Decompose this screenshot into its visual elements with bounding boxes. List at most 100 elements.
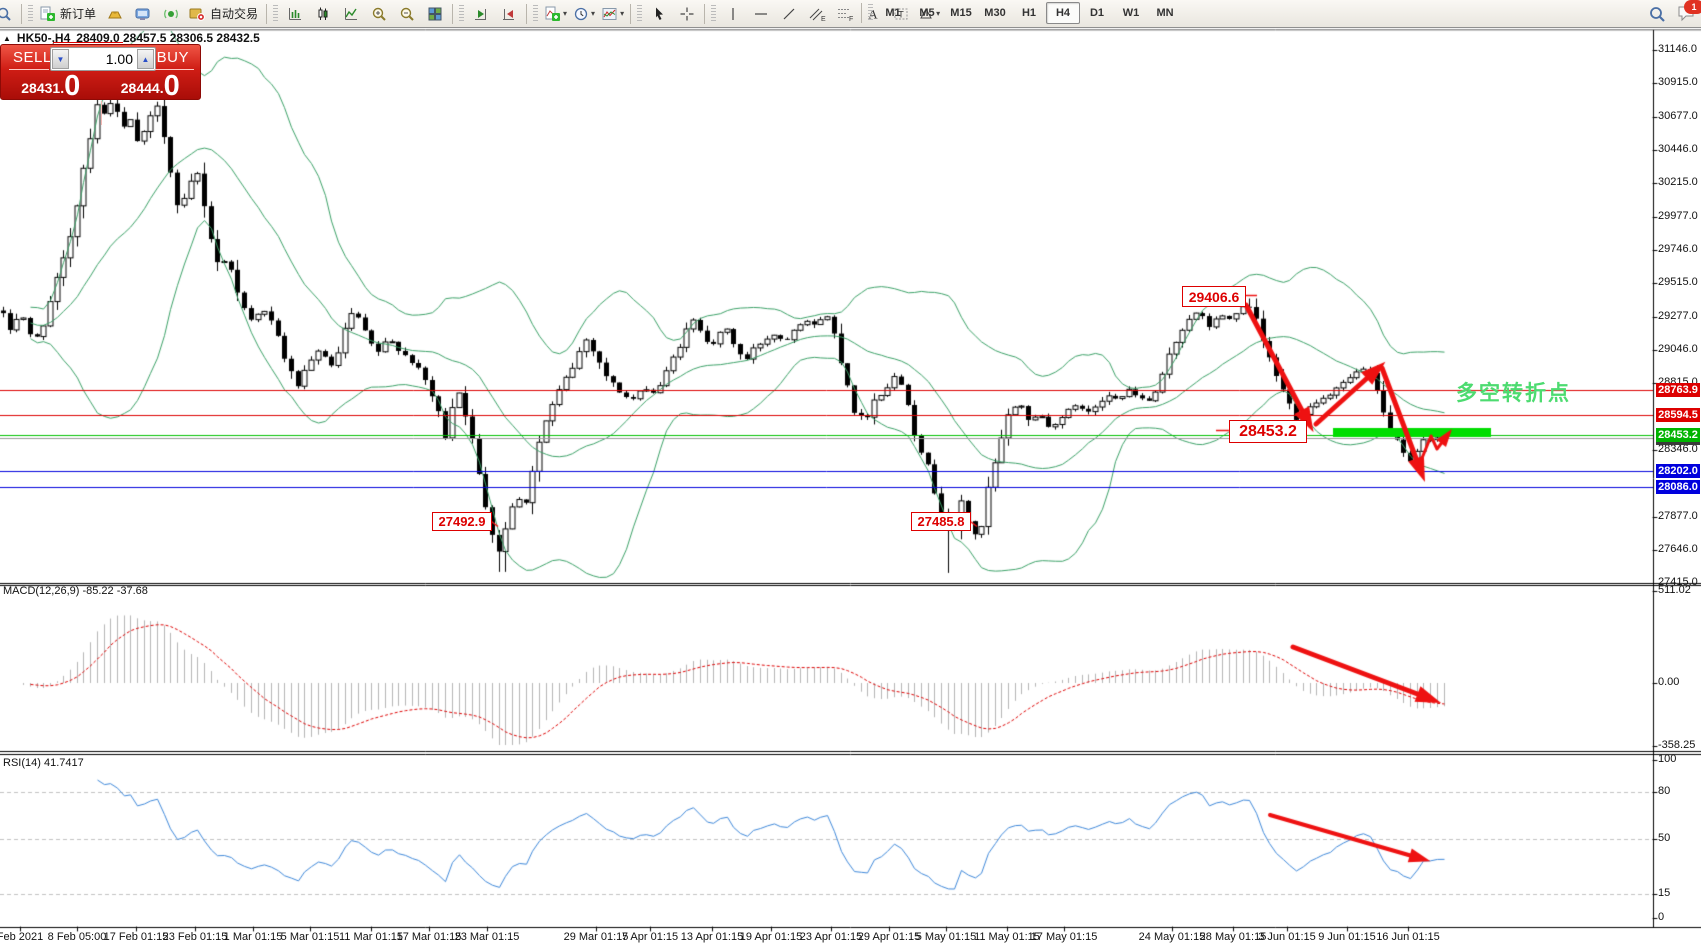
zoom-out-icon[interactable] [393, 2, 421, 26]
mt4-window: 新订单 自动交易 ▾ ▾ ▾ E F A T ▾ M1 M5 M15 M30 H… [0, 0, 1701, 948]
main-toolbar: 新订单 自动交易 ▾ ▾ ▾ E F A T ▾ M1 M5 M15 M30 H… [0, 0, 1701, 28]
periods-button[interactable]: ▾ [570, 2, 598, 26]
sell-underline [9, 69, 49, 70]
toolbar-grip[interactable] [28, 4, 33, 23]
terminal-icon[interactable] [129, 2, 157, 26]
tf-m15[interactable]: M15 [944, 2, 978, 24]
tf-m5[interactable]: M5 [910, 2, 944, 24]
candlestick-chart-icon[interactable] [309, 2, 337, 26]
chart-canvas[interactable] [0, 0, 1701, 948]
toolbar-grip[interactable] [868, 4, 873, 22]
toolbar-grip[interactable] [711, 4, 717, 23]
bar-chart-icon[interactable] [281, 2, 309, 26]
crosshair-icon[interactable] [673, 2, 701, 26]
price-axis-label: 31146.0 [1658, 43, 1697, 55]
signal-icon[interactable] [157, 2, 185, 26]
tf-m1[interactable]: M1 [876, 2, 910, 24]
autotrade-button[interactable]: 自动交易 [185, 2, 263, 26]
toolbar-grip[interactable] [273, 4, 279, 23]
time-axis-label: 7 Apr 01:15 [621, 931, 679, 943]
toolbar-separator [704, 3, 706, 24]
time-axis-label: 1 Mar 01:15 [223, 931, 283, 943]
volume-increase-button[interactable]: ▲ [137, 49, 154, 69]
quick-search-icon[interactable] [0, 2, 18, 26]
sell-price-pip: 0 [64, 69, 81, 102]
time-axis-label: 28 May 01:15 [1199, 931, 1267, 943]
price-axis-label: 28346.0 [1658, 443, 1698, 455]
time-axis-label: 5 May 01:15 [915, 931, 977, 943]
tf-h1[interactable]: H1 [1012, 2, 1046, 24]
toolbar-grip[interactable] [637, 4, 643, 23]
auto-scroll-icon[interactable] [467, 2, 495, 26]
price-axis-label: 30915.0 [1658, 76, 1698, 88]
expand-marker-icon[interactable]: ▲ [3, 34, 11, 43]
chat-button[interactable]: 1 [1677, 0, 1701, 25]
vertical-line-tool[interactable] [719, 2, 747, 26]
tf-d1[interactable]: D1 [1080, 2, 1114, 24]
tf-mn[interactable]: MN [1148, 2, 1182, 24]
price-axis-label: 27646.0 [1658, 543, 1698, 555]
chevron-down-icon: ▾ [563, 8, 568, 18]
deposit-gold-icon[interactable] [101, 2, 129, 26]
time-axis-label: 19 Apr 01:15 [739, 931, 803, 943]
fibonacci-tool[interactable]: F [831, 2, 859, 26]
price-axis-label: 30446.0 [1658, 143, 1698, 155]
trendline-tool[interactable] [775, 2, 803, 26]
chart-shift-icon[interactable] [495, 2, 523, 26]
price-divider [101, 101, 102, 125]
toolbar-grip[interactable] [459, 4, 465, 23]
toolbar-grip[interactable] [533, 4, 539, 23]
price-annotation-label: 29406.6 [1182, 286, 1246, 307]
autotrade-label: 自动交易 [210, 7, 259, 21]
price-axis-label: 29746.0 [1658, 243, 1698, 255]
new-order-button[interactable]: 新订单 [36, 2, 101, 26]
sell-price-button[interactable]: 28431. 0 [1, 69, 101, 102]
toolbar-separator [266, 3, 268, 24]
buy-button[interactable]: BUY [157, 49, 189, 66]
macd-indicator-label: MACD(12,26,9) -85.22 -37.68 [3, 585, 148, 597]
time-axis-label: 11 Mar 01:15 [338, 931, 404, 943]
time-axis-label: Feb 2021 [0, 931, 44, 943]
price-axis-label: 29046.0 [1658, 343, 1698, 355]
line-chart-icon[interactable] [337, 2, 365, 26]
time-axis-label: 23 Apr 01:15 [799, 931, 863, 943]
new-order-label: 新订单 [60, 7, 97, 21]
tf-m30[interactable]: M30 [978, 2, 1012, 24]
toolbar-right-group: 1 [1643, 0, 1701, 26]
price-annotation-label: 27485.8 [911, 512, 971, 531]
chevron-down-icon: ▾ [620, 8, 625, 18]
tf-h4[interactable]: H4 [1046, 2, 1080, 24]
tf-w1[interactable]: W1 [1114, 2, 1148, 24]
macd-axis-label: 511.02 [1658, 584, 1691, 596]
tile-windows-icon[interactable] [421, 2, 449, 26]
rsi-axis-label: 15 [1658, 887, 1671, 900]
svg-text:E: E [821, 16, 826, 22]
price-axis-label: 29515.0 [1658, 276, 1698, 288]
rsi-indicator-label: RSI(14) 41.7417 [3, 757, 84, 769]
buy-price-button[interactable]: 28444. 0 [101, 71, 201, 100]
price-annotation-label: 28453.2 [1229, 420, 1307, 443]
time-axis-label: 29 Mar 01:15 [563, 931, 629, 943]
search-icon[interactable] [1643, 2, 1671, 26]
time-axis-label: 24 May 01:15 [1138, 931, 1206, 943]
zoom-in-icon[interactable] [365, 2, 393, 26]
macd-axis-label: -358.25 [1658, 739, 1696, 751]
timeframe-group: M1 M5 M15 M30 H1 H4 D1 W1 MN [858, 2, 1182, 24]
cursor-icon[interactable] [645, 2, 673, 26]
sell-button[interactable]: SELL [13, 49, 52, 66]
toolbar-separator [630, 3, 632, 24]
add-indicator-button[interactable]: ▾ [541, 2, 570, 26]
volume-decrease-button[interactable]: ▼ [52, 49, 69, 69]
volume-box: ▼ 1.00 ▲ [50, 47, 156, 71]
price-level-badge: 28202.0 [1656, 463, 1700, 478]
volume-input[interactable]: 1.00 [70, 48, 136, 70]
equidistant-channel-tool[interactable]: E [803, 2, 831, 26]
one-click-trading-widget: SELL ▼ 1.00 ▲ BUY 28431. 0 28444. 0 [0, 44, 201, 125]
toolbar-separator [861, 3, 862, 23]
price-level-badge: 28594.5 [1656, 407, 1700, 422]
horizontal-line-tool[interactable] [747, 2, 775, 26]
symbol-header: ▲ HK50-,H4 28409.0 28457.5 28306.5 28432… [3, 31, 260, 45]
rsi-axis-label: 80 [1658, 784, 1671, 797]
templates-button[interactable]: ▾ [598, 2, 627, 26]
rsi-axis-label: 100 [1658, 753, 1677, 765]
